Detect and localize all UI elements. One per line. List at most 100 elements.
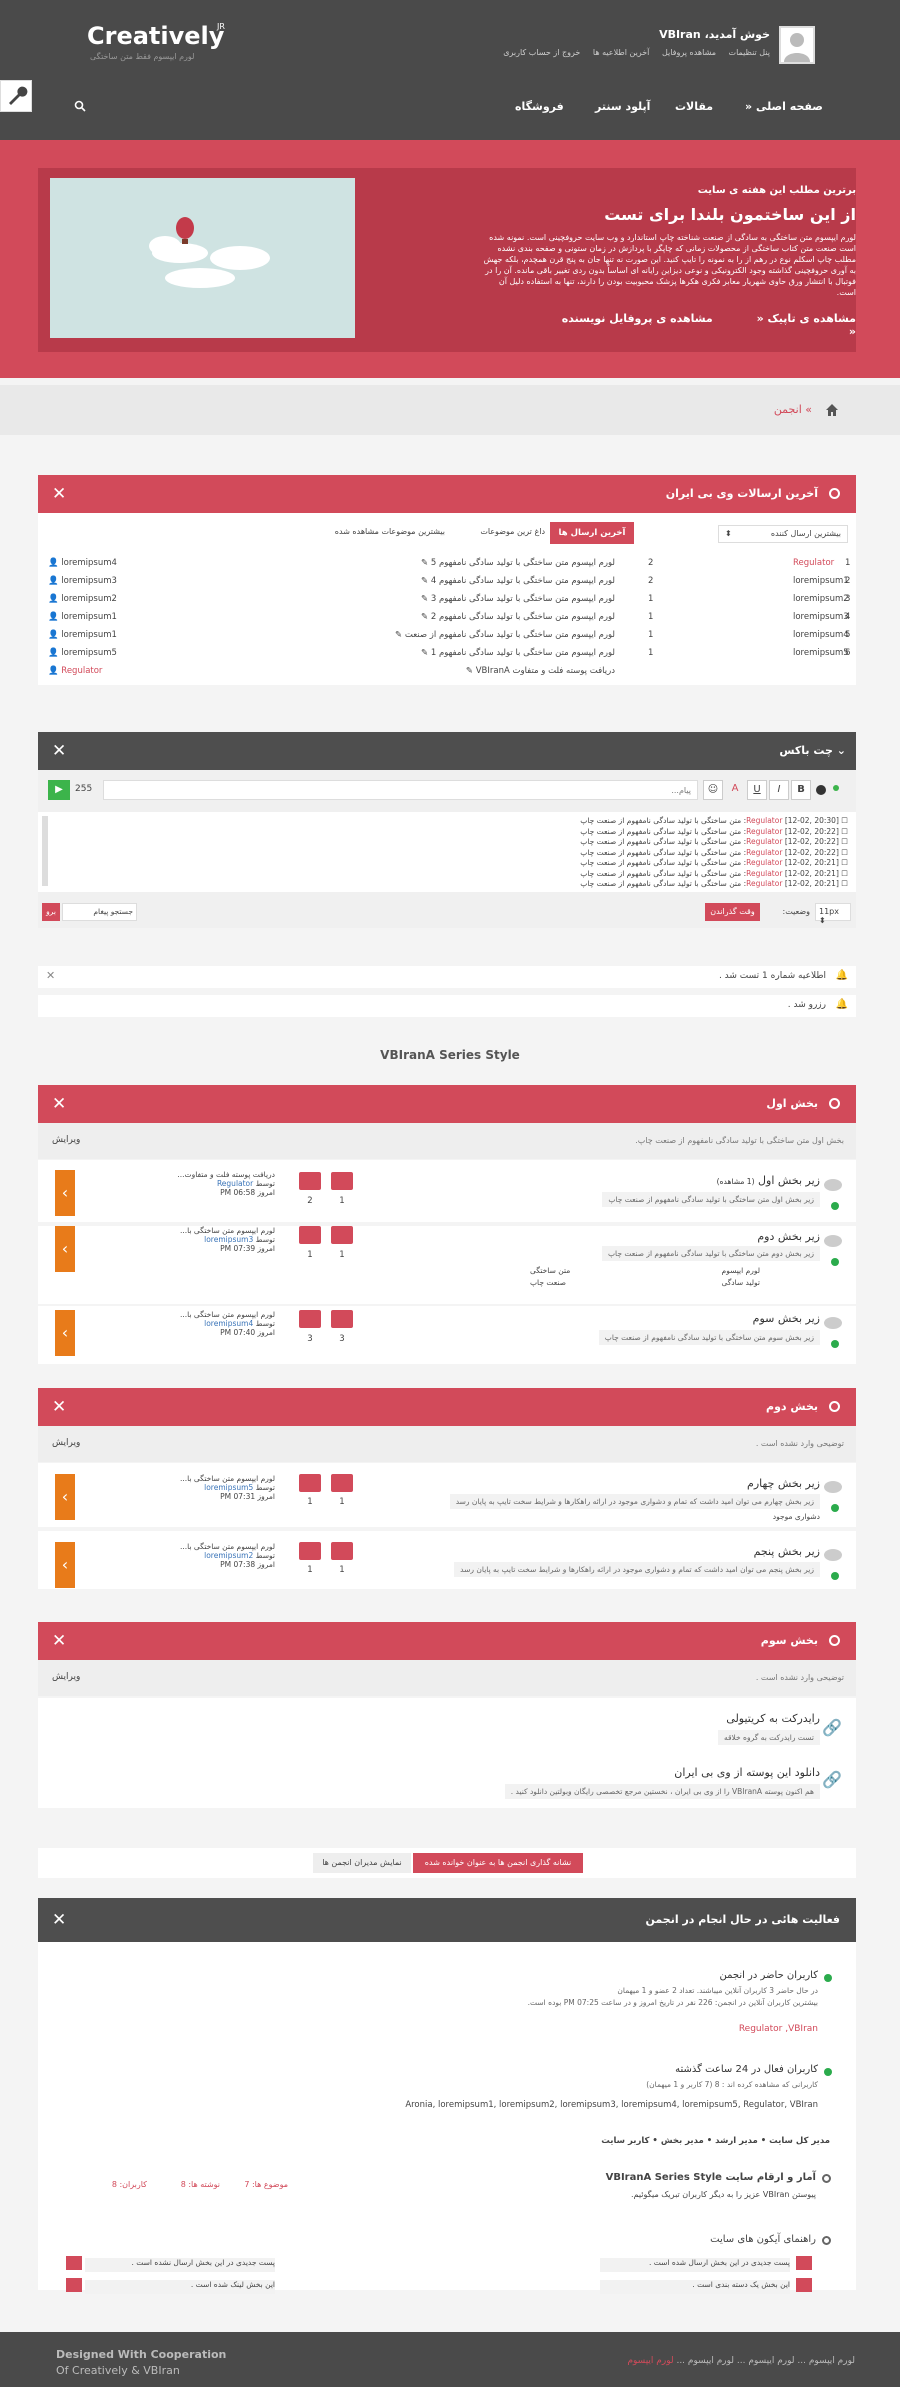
subforum-title[interactable]: زیر بخش سوم [753,1312,820,1325]
view-topic-link[interactable]: مشاهده ی تاپیک « [757,312,856,325]
tab-most-viewed[interactable]: بیشترین موضوعات مشاهده شده [300,527,445,536]
featured-title[interactable]: از این ساختمون بلندا برای تست [360,205,856,224]
table-row[interactable]: لورم ایپسوم متن ساختگی با تولید سادگی نا… [300,630,615,648]
collapse-icon[interactable]: ✕ [52,1397,66,1417]
bold-button[interactable]: B [791,780,811,800]
list-item[interactable]: loremipsum5 6 [793,648,853,666]
last-post-title[interactable]: دریافت پوسته فلت و متفاوت... [85,1170,275,1179]
collapse-icon[interactable]: ✕ [52,741,66,761]
threads-icon [331,1226,353,1244]
sort-select[interactable]: بیشترین ارسال کننده ⬍ [718,525,848,543]
go-last-post-button[interactable]: ‹ [55,1310,75,1356]
underline-button[interactable]: U [747,780,767,800]
post-author[interactable]: 👤 loremipsum5 [48,648,158,666]
subforum-desc: زیر بخش چهارم می توان امید داشت که تمام … [449,1494,820,1509]
replies-icon [299,1172,321,1190]
list-item[interactable]: loremipsum1 2 [793,576,853,594]
mark-read-button[interactable]: نشانه گذاری انجمن ها به عنوان خوانده شده [413,1853,583,1873]
close-icon[interactable]: ✕ [46,969,55,982]
collapse-icon[interactable]: ✕ [52,1631,66,1651]
go-last-post-button[interactable]: ‹ [55,1170,75,1216]
post-author[interactable]: 👤 loremipsum4 [48,558,158,576]
table-row[interactable]: لورم ایپسوم متن ساختگی با تولید سادگی نا… [300,576,615,594]
subforum-title[interactable]: زیر بخش اول (1 مشاهده) [717,1174,820,1187]
collapse-icon[interactable]: ✕ [52,1910,66,1930]
subforum-desc: زیر بخش اول متن ساختگی با تولید سادگی نا… [602,1192,820,1207]
post-author[interactable]: 👤 loremipsum1 [48,612,158,630]
list-item[interactable]: loremipsum3 4 [793,612,853,630]
table-row[interactable]: لورم ایپسوم متن ساختگی با تولید سادگی نا… [300,612,615,630]
chat-message: ☐ [20:22 ,12-02] Regulator: متن ساختگی ب… [580,847,848,857]
table-row[interactable]: لورم ایپسوم متن ساختگی با تولید سادگی نا… [300,648,615,666]
subforum-title[interactable]: زیر بخش چهارم [747,1477,820,1490]
nav-shop[interactable]: فروشگاه [515,100,564,113]
forum-desc-bar: توضیحی وارد نشده است . ویرایش [38,1426,856,1462]
tab-latest[interactable]: آخرین ارسال ها [550,522,634,544]
table-row[interactable]: دریافت پوسته فلت و متفاوت VBIranA ✎ [300,666,615,684]
link-forum-title[interactable]: دانلود این پوسته از وی بی ایران [674,1766,820,1779]
breadcrumb-forum[interactable]: » انجمن [700,403,812,416]
edit-link[interactable]: ویرایش [52,1135,80,1145]
list-item[interactable]: loremipsum4 5 [793,630,853,648]
link-settings[interactable]: پنل تنظیمات [729,48,770,57]
status-button[interactable]: وقت گذراندن [705,903,760,921]
scrollbar[interactable] [42,816,48,886]
post-author[interactable]: 👤 loremipsum3 [48,576,158,594]
forum-title[interactable]: بخش اول [766,1097,818,1110]
nav-articles[interactable]: مقالات [675,100,713,113]
collapse-icon[interactable]: ✕ [52,1094,66,1114]
post-author[interactable]: 👤 loremipsum2 [48,594,158,612]
chat-search-input[interactable]: جستجو پیغام [62,903,137,921]
post-author[interactable]: 👤 loremipsum1 [48,630,158,648]
post-author[interactable]: 👤 Regulator [48,666,158,684]
font-size-select[interactable]: 11px ⬍ [815,903,851,925]
forum-title[interactable]: بخش سوم [761,1634,818,1647]
chat-toolbar: ☺ A U I B [703,780,848,800]
last-post: لورم ایپسوم متن ساختگی با... توسط loremi… [180,1310,275,1337]
list-item[interactable]: Regulator 1 [793,558,853,576]
active-users[interactable]: Aronia, loremipsum1, loremipsum2, loremi… [300,2100,818,2110]
tools-button[interactable] [0,80,32,112]
forum-title[interactable]: بخش دوم [766,1400,818,1413]
table-row[interactable]: لورم ایپسوم متن ساختگی با تولید سادگی نا… [300,558,615,576]
featured-image[interactable] [50,178,355,338]
link-logout[interactable]: خروج از حساب کاربری [503,48,580,57]
go-last-post-button[interactable]: ‹ [55,1542,75,1588]
emoji-icon[interactable]: ☺ [703,780,723,800]
subforum-link[interactable]: دشواری موجود [773,1512,820,1521]
user-icon [784,33,810,62]
italic-button[interactable]: I [769,780,789,800]
subforum-title[interactable]: زیر بخش دوم [757,1230,820,1243]
site-logo[interactable]: Creatively [87,22,224,50]
last-post-user[interactable]: Regulator [217,1179,253,1188]
stats-welcome: پیوستن VBIran عزیز را به دیگر کاربران تب… [630,2190,816,2199]
edit-link[interactable]: ویرایش [52,1438,80,1448]
collapse-icon[interactable]: ✕ [52,484,66,504]
circle-icon [829,488,840,499]
link-notices[interactable]: آخرین اطلاعیه ها [593,48,649,57]
send-button[interactable]: ▶ [48,780,70,800]
replies-count: 2 [307,1196,313,1206]
color-picker-icon[interactable] [816,785,826,795]
go-last-post-button[interactable]: ‹ [55,1474,75,1520]
nav-upload[interactable]: آپلود سنتر [595,100,650,113]
show-mods-button[interactable]: نمایش مدیران انجمن ها [313,1853,411,1873]
home-icon[interactable] [825,403,839,417]
link-profile[interactable]: مشاهده پروفایل [662,48,716,57]
go-last-post-button[interactable]: ‹ [55,1226,75,1272]
new-posts-icon [831,1504,839,1512]
tab-hot[interactable]: داغ ترین موضوعات [450,527,545,536]
subforum-desc: زیر بخش دوم متن ساختگی با تولید سادگی نا… [601,1246,820,1261]
online-users[interactable]: Regulator ,VBIran [600,2024,818,2034]
table-row[interactable]: لورم ایپسوم متن ساختگی با تولید سادگی نا… [300,594,615,612]
search-go-button[interactable]: برو [42,903,60,921]
edit-link[interactable]: ویرایش [52,1672,80,1682]
chat-input[interactable] [103,780,698,800]
subforum-title[interactable]: زیر بخش پنجم [754,1545,820,1558]
nav-home[interactable]: » صفحه اصلی [745,100,823,113]
search-icon[interactable] [74,100,86,115]
avatar[interactable] [779,26,815,64]
link-forum-title[interactable]: رایدرکت به کریتیولی [726,1712,820,1725]
list-item[interactable]: loremipsum2 3 [793,594,853,612]
font-color-icon[interactable]: A [725,780,745,800]
